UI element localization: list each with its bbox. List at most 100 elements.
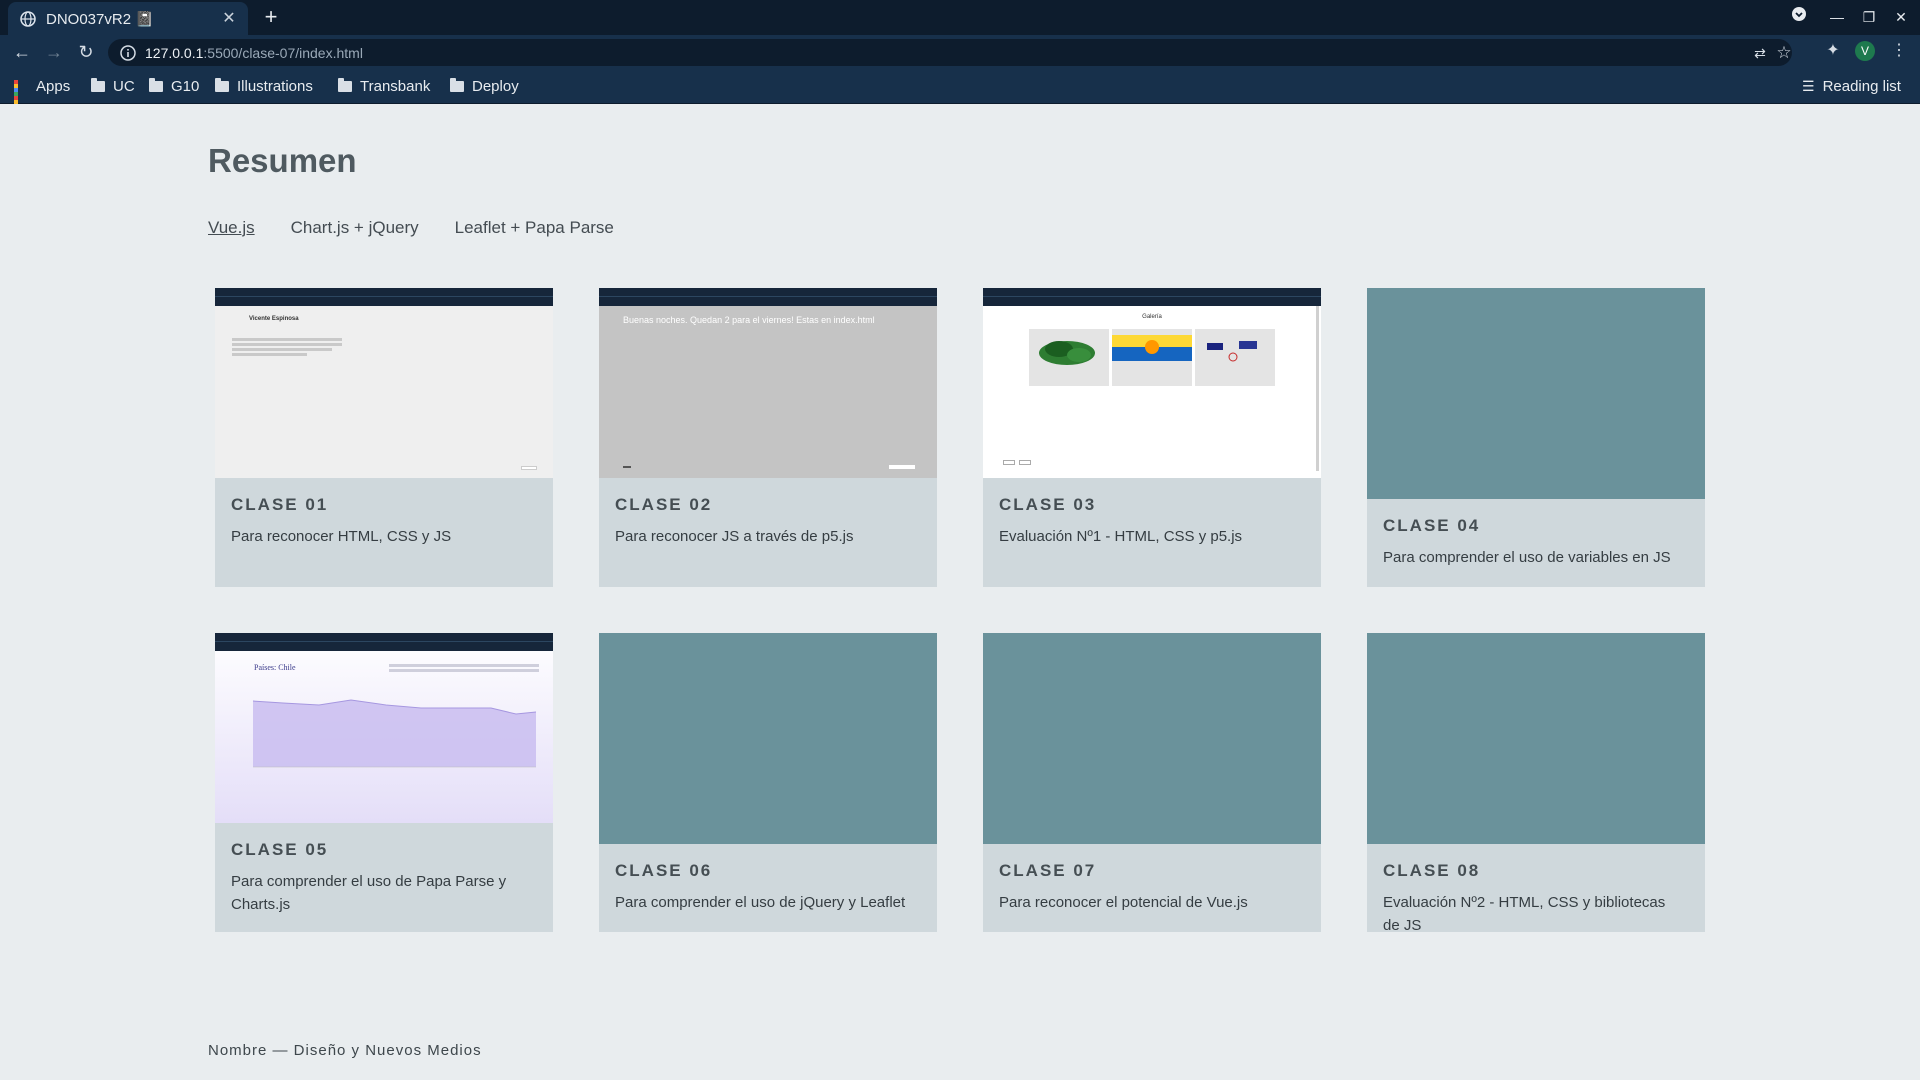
thumb-drawing-sunset (1112, 335, 1192, 361)
card-thumbnail-placeholder (983, 633, 1321, 844)
globe-icon (20, 10, 36, 27)
translate-icon[interactable]: ⇄ (1750, 43, 1770, 63)
card-thumbnail-placeholder (1367, 633, 1705, 844)
thumb-area-chart (252, 699, 537, 768)
thumb-button (521, 466, 537, 470)
bookmark-folder-illustrations[interactable]: Illustrations (215, 69, 313, 104)
browser-tab[interactable]: DNO037vR2 📓 ✕ (8, 2, 248, 35)
thumb-message: Buenas noches. Quedan 2 para el viernes!… (623, 315, 875, 325)
info-icon[interactable] (120, 44, 136, 61)
card-thumbnail: Países: Chile (215, 633, 553, 823)
bookmark-label: Apps (36, 78, 71, 95)
folder-icon (91, 78, 105, 92)
menu-icon[interactable]: ⋮ (1888, 40, 1910, 62)
bookmark-label: Transbank (360, 78, 431, 95)
restore-icon[interactable]: ❐ (1857, 6, 1881, 28)
bookmark-folder-transbank[interactable]: Transbank (338, 69, 430, 104)
card-label: CLASE 03 (999, 495, 1097, 514)
card-thumbnail-placeholder (1367, 288, 1705, 499)
thumb-scrollbar (1316, 306, 1319, 471)
thumb-heading: Galería (1142, 314, 1162, 320)
tab-title: DNO037vR2 📓 (46, 10, 154, 28)
folder-icon (149, 78, 163, 92)
card-clase-04[interactable]: CLASE 04 Para comprender el uso de varia… (1367, 288, 1705, 587)
back-icon[interactable]: ← (10, 40, 34, 64)
thumb-gallery-item (1112, 329, 1192, 386)
browser-toolbar: ← → ↻ 127.0.0.1 :5500/clase-07/index.htm… (0, 35, 1920, 69)
thumb-button (1019, 460, 1031, 465)
reading-list-label: Reading list (1822, 78, 1901, 95)
apps-grid-icon (14, 79, 28, 116)
thumb-drawing-forest (1039, 341, 1095, 365)
folder-icon (215, 78, 229, 92)
url-host: 127.0.0.1 (145, 44, 204, 61)
bookmark-apps[interactable]: Apps (14, 69, 71, 116)
card-label: CLASE 06 (615, 861, 713, 880)
folder-icon (338, 78, 352, 92)
bookmark-folder-g10[interactable]: G10 (149, 69, 199, 104)
card-clase-05[interactable]: Países: Chile CLASE 05 Para comprender e… (215, 633, 553, 932)
bookmark-label: UC (113, 78, 135, 95)
card-description: Para comprender el uso de jQuery y Leafl… (615, 894, 906, 911)
card-thumbnail: Buenas noches. Quedan 2 para el viernes!… (599, 288, 937, 478)
profile-avatar[interactable]: V (1855, 41, 1875, 61)
card-description: Para reconocer HTML, CSS y JS (231, 528, 452, 545)
card-clase-06[interactable]: CLASE 06 Para comprender el uso de jQuer… (599, 633, 937, 932)
card-label: CLASE 02 (615, 495, 713, 514)
card-clase-03[interactable]: Galería CLASE 03 Evaluación Nº1 - HTML, … (983, 288, 1321, 587)
thumb-browser-bar (599, 288, 937, 306)
nav-link-vue[interactable]: Vue.js (208, 218, 255, 238)
new-tab-icon[interactable]: + (258, 5, 284, 31)
card-label: CLASE 04 (1383, 516, 1481, 535)
address-bar[interactable]: 127.0.0.1 :5500/clase-07/index.html ⇄ ☆ (108, 39, 1792, 66)
card-clase-07[interactable]: CLASE 07 Para reconocer el potencial de … (983, 633, 1321, 932)
thumb-text-line (389, 669, 539, 672)
thumb-text-line (232, 343, 342, 346)
card-clase-01[interactable]: Vicente Espinosa CLASE 01 Para reconocer… (215, 288, 553, 587)
thumb-browser-bar (983, 288, 1321, 306)
thumb-button (1003, 460, 1015, 465)
card-description: Para reconocer JS a través de p5.js (615, 528, 854, 545)
bookmark-label: Illustrations (237, 78, 313, 95)
thumb-text-line (232, 338, 342, 341)
card-label: CLASE 05 (231, 840, 329, 859)
card-label: CLASE 08 (1383, 861, 1481, 880)
close-window-icon[interactable]: ✕ (1889, 6, 1913, 28)
minimize-icon[interactable]: — (1825, 6, 1849, 28)
bookmark-folder-uc[interactable]: UC (91, 69, 135, 104)
thumb-gallery-item (1195, 329, 1275, 386)
thumb-text-line (232, 348, 332, 351)
thumb-browser-bar (215, 633, 553, 651)
forward-icon[interactable]: → (42, 40, 66, 64)
page-content: Resumen Vue.js Chart.js + jQuery Leaflet… (0, 104, 1920, 1080)
close-tab-icon[interactable]: ✕ (220, 10, 238, 28)
bookmark-star-icon[interactable]: ☆ (1774, 43, 1794, 63)
nav-link-chartjs[interactable]: Chart.js + jQuery (291, 218, 419, 238)
nav-link-leaflet[interactable]: Leaflet + Papa Parse (455, 218, 614, 238)
page-footer: Nombre — Diseño y Nuevos Medios (208, 1042, 482, 1059)
card-thumbnail: Galería (983, 288, 1321, 478)
tab-search-icon[interactable] (1787, 6, 1811, 28)
card-clase-02[interactable]: Buenas noches. Quedan 2 para el viernes!… (599, 288, 937, 587)
reading-list-button[interactable]: ☰ Reading list (1802, 69, 1901, 104)
card-description: Evaluación Nº2 - HTML, CSS y bibliotecas… (1383, 894, 1666, 934)
thumb-drawing-figures (1207, 341, 1257, 362)
folder-icon (450, 78, 464, 92)
bookmarks-bar: Apps UC G10 Illustrations Transbank Depl… (0, 69, 1920, 116)
page-title: Resumen (208, 142, 357, 179)
card-description: Para reconocer el potencial de Vue.js (999, 894, 1248, 911)
reading-list-icon: ☰ (1802, 78, 1815, 94)
bookmark-label: G10 (171, 78, 200, 95)
card-clase-08[interactable]: CLASE 08 Evaluación Nº2 - HTML, CSS y bi… (1367, 633, 1705, 934)
browser-tabstrip: DNO037vR2 📓 ✕ + — ❐ ✕ (0, 0, 1920, 35)
thumb-heading: Países: Chile (254, 663, 296, 672)
thumb-text-line (232, 353, 307, 356)
reload-icon[interactable]: ↻ (74, 40, 98, 64)
bookmark-folder-deploy[interactable]: Deploy (450, 69, 519, 104)
thumb-browser-bar (215, 288, 553, 306)
extensions-icon[interactable]: ✦ (1822, 40, 1844, 62)
url-path: :5500/clase-07/index.html (203, 44, 363, 61)
bookmark-label: Deploy (472, 78, 519, 95)
thumb-heading: Vicente Espinosa (249, 316, 299, 322)
card-thumbnail-placeholder (599, 633, 937, 844)
